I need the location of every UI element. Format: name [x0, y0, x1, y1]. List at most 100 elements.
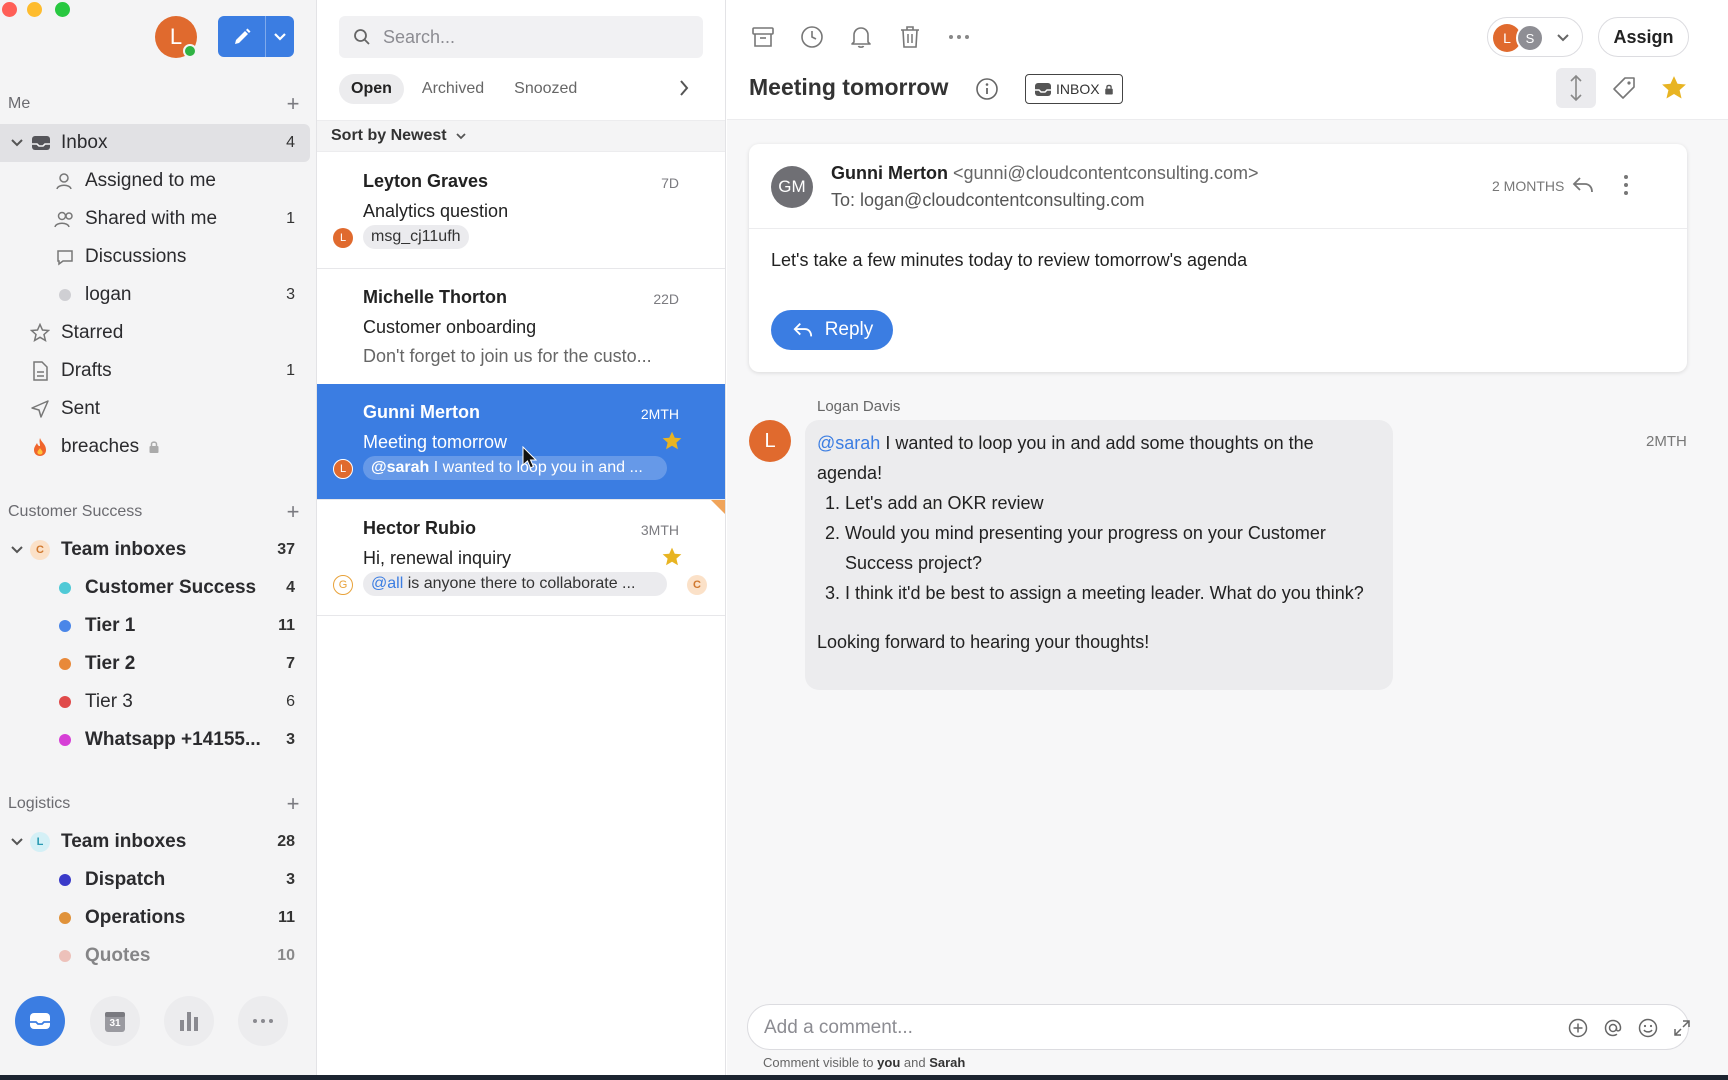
- star-icon[interactable]: [1654, 68, 1694, 108]
- sidebar-item-operations[interactable]: Operations 11: [0, 899, 310, 937]
- tag-icon[interactable]: [1604, 68, 1644, 108]
- analytics-app-button[interactable]: [164, 996, 214, 1046]
- conversation-item[interactable]: Hector Rubio 3MTH Hi, renewal inquiry G …: [317, 500, 725, 616]
- reply-button[interactable]: Reply: [771, 310, 893, 350]
- star-icon[interactable]: [661, 430, 683, 452]
- conversation-age: 2MTH: [640, 406, 679, 422]
- window-zoom-button[interactable]: [55, 2, 70, 17]
- tab-snoozed[interactable]: Snoozed: [502, 74, 589, 104]
- compose-button[interactable]: [218, 16, 266, 57]
- sidebar-item-inbox[interactable]: Inbox 4: [0, 124, 310, 162]
- comment-list: Let's add an OKR review Would you mind p…: [845, 488, 1381, 608]
- bar-chart-icon: [177, 1010, 201, 1032]
- sidebar-item-team-inboxes-logistics[interactable]: L Team inboxes 28: [0, 823, 310, 861]
- sidebar-item-shared[interactable]: Shared with me 1: [0, 200, 310, 238]
- comment-visibility-note: Comment visible to you and Sarah: [763, 1055, 965, 1070]
- sidebar-item-starred[interactable]: Starred: [0, 314, 310, 352]
- sidebar-item-assigned[interactable]: Assigned to me: [0, 162, 310, 200]
- sidebar-item-tier-1[interactable]: Tier 1 11: [0, 607, 310, 645]
- info-icon[interactable]: [975, 77, 999, 101]
- sidebar-item-tier-2[interactable]: Tier 2 7: [0, 645, 310, 683]
- tab-open[interactable]: Open: [339, 74, 404, 104]
- sidebar-item-breaches[interactable]: breaches: [0, 428, 310, 466]
- sidebar-item-label: Tier 2: [85, 653, 136, 674]
- sidebar-item-label: Sent: [61, 398, 101, 419]
- presence-indicator: [183, 44, 197, 58]
- comment-composer[interactable]: Add a comment...: [747, 1004, 1690, 1050]
- add-circle-icon[interactable]: [1566, 1016, 1590, 1040]
- team-badge: C: [30, 540, 50, 560]
- message-chip: msg_cj11ufh: [363, 225, 469, 249]
- conversation-item-selected[interactable]: Gunni Merton 2MTH Meeting tomorrow L @sa…: [317, 384, 725, 500]
- add-icon[interactable]: +: [283, 791, 303, 817]
- conversation-age: 22D: [653, 291, 679, 307]
- chevron-right-icon[interactable]: [677, 78, 691, 98]
- sidebar-item-label: Assigned to me: [85, 170, 216, 191]
- app-switcher: 31: [0, 996, 317, 1048]
- sidebar-item-tier-3[interactable]: Tier 3 6: [0, 683, 310, 721]
- inbox-tag[interactable]: INBOX: [1025, 74, 1123, 104]
- sidebar-item-whatsapp[interactable]: Whatsapp +14155... 3: [0, 721, 310, 759]
- chevron-down-icon[interactable]: [10, 545, 24, 555]
- compose-options-button[interactable]: [266, 16, 294, 57]
- item-count: 4: [286, 134, 295, 151]
- window-close-button[interactable]: [2, 2, 17, 17]
- sidebar-item-team-inboxes-cs[interactable]: C Team inboxes 37: [0, 531, 310, 569]
- tab-archived[interactable]: Archived: [410, 74, 496, 104]
- conversation-list: Search... Open Archived Snoozed Sort by …: [317, 0, 726, 1075]
- sidebar-item-label: Quotes: [85, 945, 151, 966]
- inbox-color-dot: [59, 696, 71, 708]
- conversation-item[interactable]: Michelle Thorton 22D Customer onboarding…: [317, 269, 725, 385]
- conversation-detail: L S Assign Meeting tomorrow INBOX GM Gun…: [727, 0, 1728, 1075]
- sidebar-item-discussions[interactable]: Discussions: [0, 238, 310, 276]
- reply-icon[interactable]: [1571, 174, 1595, 196]
- archive-icon[interactable]: [748, 22, 778, 52]
- sidebar-item-quotes[interactable]: Quotes 10: [0, 937, 310, 975]
- team-avatar: C: [687, 575, 707, 595]
- search-box[interactable]: Search...: [339, 16, 703, 58]
- conversation-subject: Hi, renewal inquiry: [363, 548, 512, 568]
- inbox-app-button[interactable]: [15, 996, 65, 1046]
- sidebar-item-logan[interactable]: logan 3: [0, 276, 310, 314]
- sort-dropdown[interactable]: Sort by Newest: [317, 120, 725, 152]
- bell-icon[interactable]: [846, 22, 876, 52]
- expand-icon[interactable]: [1670, 1016, 1694, 1040]
- snooze-clock-icon[interactable]: [797, 22, 827, 52]
- search-input[interactable]: Search...: [383, 27, 455, 48]
- sidebar-item-drafts[interactable]: Drafts 1: [0, 352, 310, 390]
- assign-button[interactable]: Assign: [1598, 17, 1689, 57]
- conversation-item[interactable]: Leyton Graves 7D Analytics question L ms…: [317, 153, 725, 269]
- visibility-prefix: Comment visible to: [763, 1055, 878, 1070]
- at-mention-icon[interactable]: [1601, 1016, 1625, 1040]
- item-count: 3: [286, 731, 295, 748]
- star-icon[interactable]: [661, 546, 683, 568]
- sidebar-item-sent[interactable]: Sent: [0, 390, 310, 428]
- more-horizontal-icon: [252, 1018, 274, 1024]
- item-count: 28: [277, 833, 295, 850]
- email-message: GM Gunni Merton <gunni@cloudcontentconsu…: [749, 144, 1687, 372]
- sidebar-item-label: Tier 3: [85, 691, 133, 712]
- more-horizontal-icon[interactable]: [944, 22, 974, 52]
- comment-input[interactable]: Add a comment...: [764, 1017, 913, 1039]
- sidebar-item-dispatch[interactable]: Dispatch 3: [0, 861, 310, 899]
- calendar-app-button[interactable]: 31: [90, 996, 140, 1046]
- more-vertical-icon[interactable]: [1623, 174, 1629, 196]
- expand-collapse-button[interactable]: [1556, 68, 1596, 108]
- item-count: 1: [286, 210, 295, 227]
- emoji-icon[interactable]: [1636, 1016, 1660, 1040]
- list-item: Would you mind presenting your progress …: [845, 518, 1381, 578]
- trash-icon[interactable]: [895, 22, 925, 52]
- add-icon[interactable]: +: [283, 91, 303, 117]
- sidebar-item-customer-success[interactable]: Customer Success 4: [0, 569, 310, 607]
- chevron-down-icon[interactable]: [10, 837, 24, 847]
- comment-bubble: @sarah I wanted to loop you in and add s…: [805, 420, 1393, 690]
- comment-intro-text: I wanted to loop you in and add some tho…: [817, 433, 1319, 483]
- mention: @all: [371, 575, 404, 592]
- more-apps-button[interactable]: [238, 996, 288, 1046]
- sidebar-item-label: logan: [85, 284, 132, 305]
- assignees-dropdown[interactable]: L S: [1487, 17, 1583, 57]
- inbox-color-dot: [59, 582, 71, 594]
- add-icon[interactable]: +: [283, 499, 303, 525]
- chevron-down-icon[interactable]: [10, 138, 24, 148]
- window-minimize-button[interactable]: [27, 2, 42, 17]
